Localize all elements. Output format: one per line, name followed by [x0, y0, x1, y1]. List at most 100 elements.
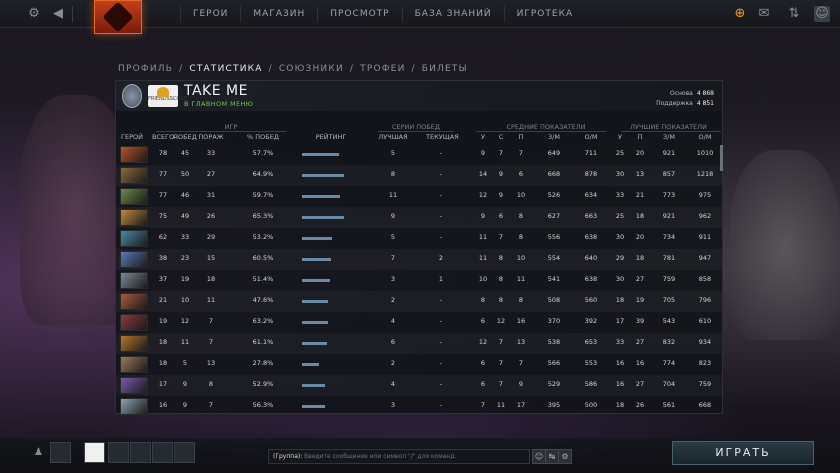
chat-channel-icon[interactable]: ↹	[545, 449, 559, 464]
cell-ba: 20	[635, 233, 645, 241]
hero-portrait[interactable]	[120, 230, 148, 247]
cell-losses: 7	[208, 317, 214, 325]
play-button[interactable]: ИГРАТЬ	[672, 441, 814, 465]
cell-bxpm: 947	[698, 254, 712, 262]
hero-portrait[interactable]	[120, 272, 148, 289]
column-header-total[interactable]: ВСЕГО	[152, 133, 174, 141]
table-row[interactable]: 17 9 8 52.9% 4 - 6 7 9 529 586 16 27 704 759	[116, 375, 722, 396]
breadcrumb-item[interactable]: БИЛЕТЫ	[422, 64, 468, 74]
column-header-winrate[interactable]: % ПОБЕД	[244, 133, 282, 141]
breadcrumb-item[interactable]: ПРОФИЛЬ	[118, 64, 173, 74]
table-row[interactable]: 16 9 7 56.3% 3 - 7 11 17 395 500 18 26 561 668	[116, 396, 722, 417]
table-row[interactable]: 77 46 31 59.7% 11 - 12 9 10 526 634 33 21 773 975	[116, 186, 722, 207]
party-slot-empty[interactable]	[130, 442, 151, 463]
party-icon[interactable]: ♟	[28, 442, 49, 463]
hero-portrait[interactable]	[120, 188, 148, 205]
hero-portrait[interactable]	[120, 167, 148, 184]
cell-total: 37	[158, 275, 168, 283]
hero-portrait[interactable]	[120, 314, 148, 331]
hero-portrait[interactable]	[120, 209, 148, 226]
settings-gear-icon[interactable]: ⚙	[26, 6, 42, 22]
party-slot-empty[interactable]	[174, 442, 195, 463]
cell-a: 11	[516, 275, 526, 283]
table-row[interactable]: 18 11 7 61.1% 6 - 12 7 13 538 653 33 27 832 934	[116, 333, 722, 354]
column-header-k[interactable]: У	[476, 133, 490, 141]
upgrade-arrows-icon[interactable]: ⇅	[786, 6, 802, 22]
cell-a: 9	[518, 380, 524, 388]
column-header-ba[interactable]: П	[633, 133, 647, 141]
breadcrumb-item[interactable]: СТАТИСТИКА	[189, 64, 262, 74]
hero-portrait[interactable]	[120, 251, 148, 268]
party-slot-empty[interactable]	[108, 442, 129, 463]
cell-best: 3	[390, 401, 396, 409]
table-row[interactable]: 75 49 26 65.3% 9 - 9 6 8 627 663 25 18 921 962	[116, 207, 722, 228]
cell-gpm: 395	[547, 401, 561, 409]
cell-losses: 7	[208, 401, 214, 409]
cell-total: 77	[158, 191, 168, 199]
cell-ba: 39	[635, 317, 645, 325]
chat-settings-icon[interactable]: ⚙	[558, 449, 572, 464]
column-header-a[interactable]: П	[514, 133, 528, 141]
column-header-gpm[interactable]: З/М	[544, 133, 564, 141]
cell-xpm: 586	[584, 380, 598, 388]
mail-icon[interactable]: ✉	[756, 6, 772, 22]
cell-total: 19	[158, 317, 168, 325]
hero-portrait[interactable]	[120, 356, 148, 373]
friends-group-button[interactable]	[50, 442, 71, 463]
rating-bar	[302, 174, 344, 177]
table-row[interactable]: 37 19 18 51.4% 3 1 10 8 11 541 638 30 27 759 858	[116, 270, 722, 291]
cell-k: 7	[480, 401, 486, 409]
cell-gpm: 508	[547, 296, 561, 304]
dota-logo-button[interactable]	[94, 0, 142, 34]
back-arrow-icon[interactable]: ◀	[50, 6, 66, 22]
hero-portrait[interactable]	[120, 146, 148, 163]
table-row[interactable]: 77 50 27 64.9% 8 - 14 9 6 668 878 30 13 857 1218	[116, 165, 722, 186]
nav-item[interactable]: ГЕРОИ	[180, 6, 240, 22]
cell-winrate: 53.2%	[252, 233, 274, 241]
rating-bar	[302, 384, 325, 387]
nav-item[interactable]: ИГРОТЕКА	[503, 6, 585, 22]
table-row[interactable]: 19 12 7 63.2% 4 - 6 12 16 370 392 17 39 543 610	[116, 312, 722, 333]
cell-current: 2	[438, 254, 444, 262]
cell-a: 13	[516, 338, 526, 346]
cell-ba: 27	[635, 275, 645, 283]
nav-item[interactable]: МАГАЗИН	[240, 6, 317, 22]
column-header-xpm[interactable]: О/М	[581, 133, 601, 141]
stats-scrollbar[interactable]	[720, 145, 723, 171]
cell-bxpm: 610	[698, 317, 712, 325]
table-row[interactable]: 78 45 33 57.7% 5 - 9 7 7 649 711 25 20 921 1010	[116, 144, 722, 165]
nav-item[interactable]: БАЗА ЗНАНИЙ	[401, 6, 504, 22]
cell-current: -	[439, 170, 443, 178]
hero-portrait[interactable]	[120, 377, 148, 394]
cell-bxpm: 796	[698, 296, 712, 304]
chat-input[interactable]: (Группа): Введите сообщение или символ "…	[268, 449, 530, 464]
party-slot-empty[interactable]	[152, 442, 173, 463]
emoji-icon[interactable]: ☺	[532, 449, 546, 464]
profile-avatar-icon[interactable]: ☺	[814, 6, 830, 22]
plus-shop-icon[interactable]: ⊕	[732, 6, 748, 22]
column-header-losses[interactable]: ПОРАЖ	[198, 133, 224, 141]
hero-portrait[interactable]	[120, 335, 148, 352]
column-header-d[interactable]: С	[494, 133, 508, 141]
table-row[interactable]: 18 5 13 27.8% 2 - 6 7 7 566 553 16 16 774 823	[116, 354, 722, 375]
breadcrumb-item[interactable]: СОЮЗНИКИ	[279, 64, 344, 74]
party-member-avatar[interactable]	[84, 442, 105, 463]
table-row[interactable]: 21 10 11 47.6% 2 - 8 8 8 508 560 18 19 705 796	[116, 291, 722, 312]
breadcrumb-item[interactable]: ТРОФЕИ	[360, 64, 405, 74]
table-row[interactable]: 62 33 29 53.2% 5 - 11 7 8 556 638 30 20 734 911	[116, 228, 722, 249]
breadcrumb-separator: /	[349, 64, 355, 74]
column-header-rating[interactable]: РЕЙТИНГ	[288, 133, 374, 141]
nav-item[interactable]: ПРОСМОТР	[317, 6, 401, 22]
column-header-bxpm[interactable]: О/М	[694, 133, 716, 141]
hero-portrait[interactable]	[120, 293, 148, 310]
cell-xpm: 560	[584, 296, 598, 304]
column-header-best[interactable]: ЛУЧШАЯ	[378, 133, 408, 141]
column-header-current[interactable]: ТЕКУЩАЯ	[426, 133, 459, 141]
table-row[interactable]: 38 23 15 60.5% 7 2 11 8 10 554 640 29 18 781 947	[116, 249, 722, 270]
cell-bxpm: 975	[698, 191, 712, 199]
hero-portrait[interactable]	[120, 398, 148, 415]
column-header-bgpm[interactable]: З/М	[659, 133, 679, 141]
cell-gpm: 529	[547, 380, 561, 388]
column-header-bk[interactable]: У	[613, 133, 627, 141]
column-header-hero[interactable]: ГЕРОЙ	[116, 133, 148, 141]
